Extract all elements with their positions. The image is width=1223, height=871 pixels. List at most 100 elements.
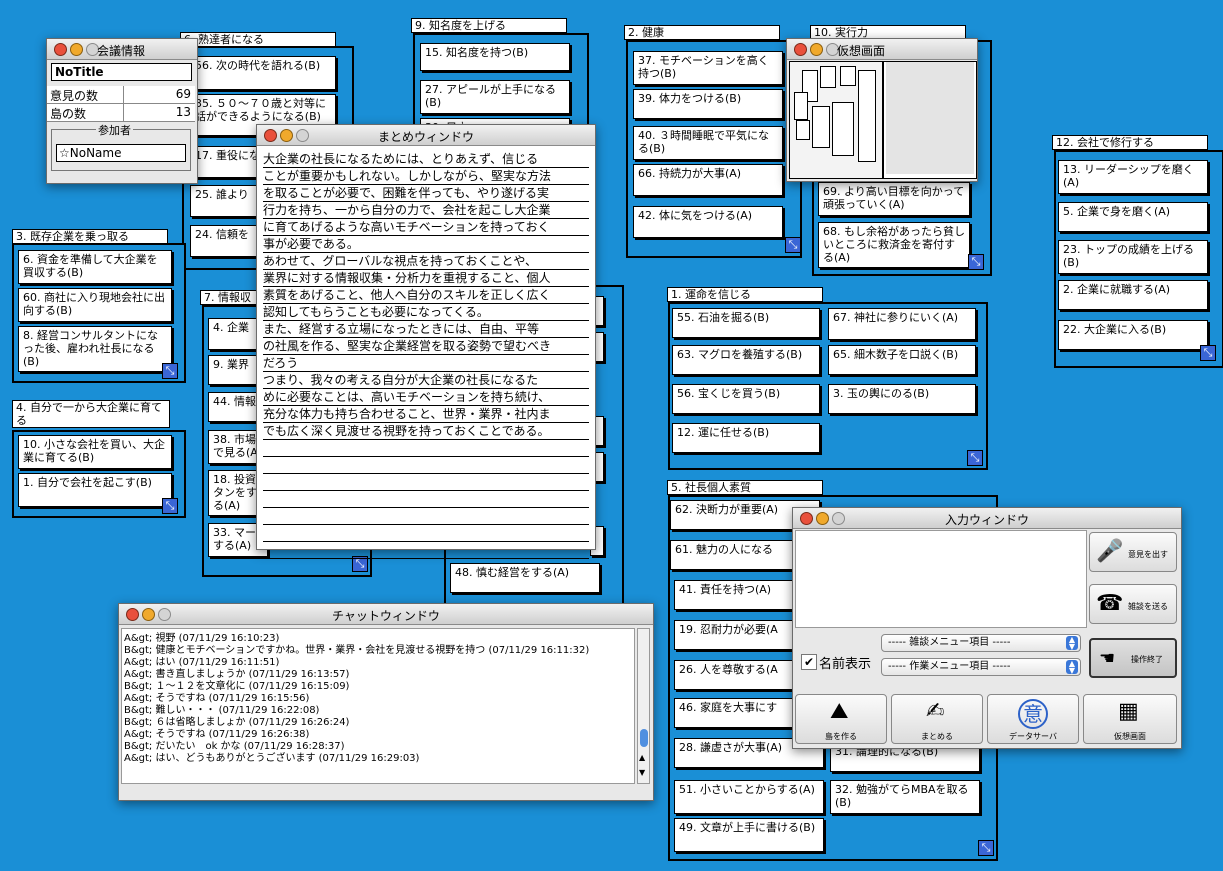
scroll-up-arrow[interactable]: ▲ [639,753,645,762]
opinion-card[interactable]: 66. 持続力が大事(A) [633,164,783,196]
send-opinion-button[interactable]: 🎤 意見を出す [1089,532,1177,572]
opinion-card[interactable]: 39. 体力をつける(B) [633,89,783,119]
island-title[interactable]: 2. 健康 [624,25,780,40]
hand-icon: ☚ [1099,648,1116,669]
send-chat-button[interactable]: ☎ 雑談を送る [1089,584,1177,624]
chat-menu-select[interactable]: ----- 雑談メニュー項目 ----- ▲ ▼ [881,634,1081,652]
resize-handle[interactable]: ⤡ [162,363,178,379]
minimize-icon[interactable] [70,43,83,56]
summary-line: 大企業の社長になるためには、とりあえず、信じる [263,151,589,168]
opinion-card[interactable]: 6. 資金を準備して大企業を買収する(B) [18,250,172,284]
button-label: 仮想画面 [1114,732,1146,741]
island-title[interactable]: 12. 会社で修行する [1052,135,1208,150]
opinion-card[interactable]: 60. 商社に入り現地会社に出向する(B) [18,288,172,322]
opinion-card[interactable]: 69. より高い目標を向かって頑張っていく(A) [818,182,970,216]
titlebar[interactable]: まとめウィンドウ [257,125,595,146]
opinion-card[interactable]: 2. 企業に就職する(A) [1058,280,1208,310]
show-name-checkbox[interactable]: ✔ [801,654,817,670]
opinion-card[interactable]: 12. 運に任せる(B) [672,423,820,453]
participants-group: 参加者 ☆NoName [51,122,191,171]
scroll-down-arrow[interactable]: ▼ [639,768,645,777]
resize-handle[interactable]: ⤡ [968,254,984,270]
opinion-kanji-icon: 意 [1018,699,1048,729]
opinion-card[interactable]: 27. アピールが上手になる(B) [420,80,570,114]
opinion-card[interactable]: 8. 経営コンサルタントになった後、雇われ社長になる(B) [18,326,172,372]
opinion-card[interactable]: 37. モチベーションを高く持つ(B) [633,51,783,85]
scroll-thumb[interactable] [640,729,648,747]
island-title[interactable]: 6. 熟達者になる [180,32,336,47]
opinion-card[interactable]: 40. ３時間睡眠で平気になる(B) [633,126,783,160]
opinion-card[interactable]: 68. もし余裕があったら貧しいところに救済金を寄付する(A) [818,222,970,268]
summary-window[interactable]: まとめウィンドウ 大企業の社長になるためには、とりあえず、信じる ことが重要かも… [256,124,596,559]
opinion-card[interactable]: 67. 神社に参りにいく(A) [828,308,976,340]
island-title[interactable]: 5. 社長個人素質 [667,480,823,495]
opinion-card[interactable]: 22. 大企業に入る(B) [1058,320,1208,350]
summary-line: の社風を作る、堅実な企業経営を取る姿勢で望むべき [263,338,589,355]
close-icon[interactable] [54,43,67,56]
virtual-screen-window[interactable]: 仮想画面 [786,38,978,182]
island-title[interactable]: 9. 知名度を上げる [411,18,567,33]
stats-table: 意見の数 69 島の数 13 [47,86,195,122]
chat-log[interactable]: A&gt; 視野 (07/11/29 16:10:23) B&gt; 健康とモチ… [121,628,635,784]
opinion-card[interactable]: 63. マグロを養殖する(B) [672,345,820,375]
resize-handle[interactable]: ⤡ [785,237,801,253]
summary-line: ことが重要かもしれない。しかしながら、堅実な方法 [263,168,589,185]
island-title[interactable]: 4. 自分で一から大企業に育てる [12,400,170,428]
stat-value: 13 [175,105,191,119]
opinion-card[interactable]: 13. リーダーシップを磨く(A) [1058,160,1208,194]
resize-handle[interactable]: ⤡ [162,498,178,514]
opinion-card[interactable]: 5. 企業で身を磨く(A) [1058,202,1208,232]
opinion-card[interactable]: 1. 自分で会社を起こす(B) [18,473,172,507]
opinion-card[interactable]: 55. 石油を掘る(B) [672,308,820,338]
opinion-card[interactable]: 32. 勉強がてらMBAを取る(B) [830,780,980,814]
opinion-card[interactable]: 51. 小さいことからする(A) [674,780,824,814]
opinion-card[interactable]: 42. 体に気をつける(A) [633,206,783,238]
participant-item[interactable]: ☆NoName [56,144,186,162]
summarize-button[interactable]: ✍ まとめる [891,694,983,744]
summary-blank-line [263,542,589,559]
titlebar[interactable]: 会議情報 [47,39,197,60]
minimize-icon[interactable] [810,43,823,56]
telephone-icon: ☎ [1096,591,1124,616]
titlebar[interactable]: 入力ウィンドウ [793,508,1181,529]
operation-menu-select[interactable]: ----- 作業メニュー項目 ----- ▲ ▼ [881,658,1081,676]
end-operation-button[interactable]: ☚ 操作終了 [1089,638,1177,678]
opinion-card[interactable]: 65. 細木数子を口説く(B) [828,345,976,375]
summary-blank-line [263,474,589,491]
chat-scrollbar[interactable]: ▲ ▼ [637,628,650,784]
opinion-card[interactable]: 48. 慎む経営をする(A) [450,563,600,593]
meeting-name-field[interactable]: NoTitle [51,63,192,81]
opinion-card[interactable]: 15. 知名度を持つ(B) [420,43,570,71]
titlebar[interactable]: 仮想画面 [787,39,977,60]
button-label: 島を作る [825,732,857,741]
make-island-button[interactable]: ⛰ 島を作る [795,694,887,744]
opinion-card[interactable]: 56. 次の時代を語れる(B) [190,56,336,90]
opinion-card[interactable]: 3. 玉の輿にのる(B) [828,384,976,414]
virtual-screen-button[interactable]: ▦ 仮想画面 [1083,694,1177,744]
data-server-button[interactable]: 意 データサーバ [987,694,1079,744]
close-icon[interactable] [794,43,807,56]
titlebar[interactable]: チャットウィンドウ [119,604,653,625]
summary-blank-line [263,440,589,457]
resize-handle[interactable]: ⤡ [1200,345,1216,361]
opinion-card[interactable]: 23. トップの成績を上げる(B) [1058,240,1208,274]
message-input[interactable] [795,530,1087,628]
island-title[interactable]: 3. 既存企業を乗っ取る [12,229,168,244]
input-window[interactable]: 入力ウィンドウ 🎤 意見を出す ☎ 雑談を送る ☚ 操作終了 ✔ 名前表示 --… [792,507,1182,749]
write-icon: ✍ [926,699,945,724]
island-title[interactable]: 1. 運命を信じる [667,287,823,302]
chat-message: A&gt; はい、どうもありがとうございます (07/11/29 16:29:0… [124,753,420,764]
summary-line: 業界に対する情報収集・分析力を重視すること、個人 [263,270,589,287]
resize-handle[interactable]: ⤡ [967,450,983,466]
summary-text-area[interactable]: 大企業の社長になるためには、とりあえず、信じる ことが重要かもしれない。しかしな… [263,151,589,559]
opinion-card[interactable]: 56. 宝くじを買う(B) [672,384,820,414]
participants-label: 参加者 [96,122,133,138]
chat-window[interactable]: チャットウィンドウ A&gt; 視野 (07/11/29 16:10:23) B… [118,603,654,801]
meeting-info-window[interactable]: 会議情報 NoTitle 意見の数 69 島の数 13 参加者 ☆NoName [46,38,198,184]
summary-blank-line [263,491,589,508]
opinion-card[interactable]: 49. 文章が上手に書ける(B) [674,818,824,852]
resize-handle[interactable]: ⤡ [978,840,994,856]
opinion-card[interactable]: 10. 小さな会社を買い、大企業に育てる(B) [18,435,172,469]
chat-message: B&gt; 健康とモチベーションですかね。世界・業界・会社を見渡せる視野を持つ … [124,645,590,656]
virtual-map[interactable] [789,61,977,179]
